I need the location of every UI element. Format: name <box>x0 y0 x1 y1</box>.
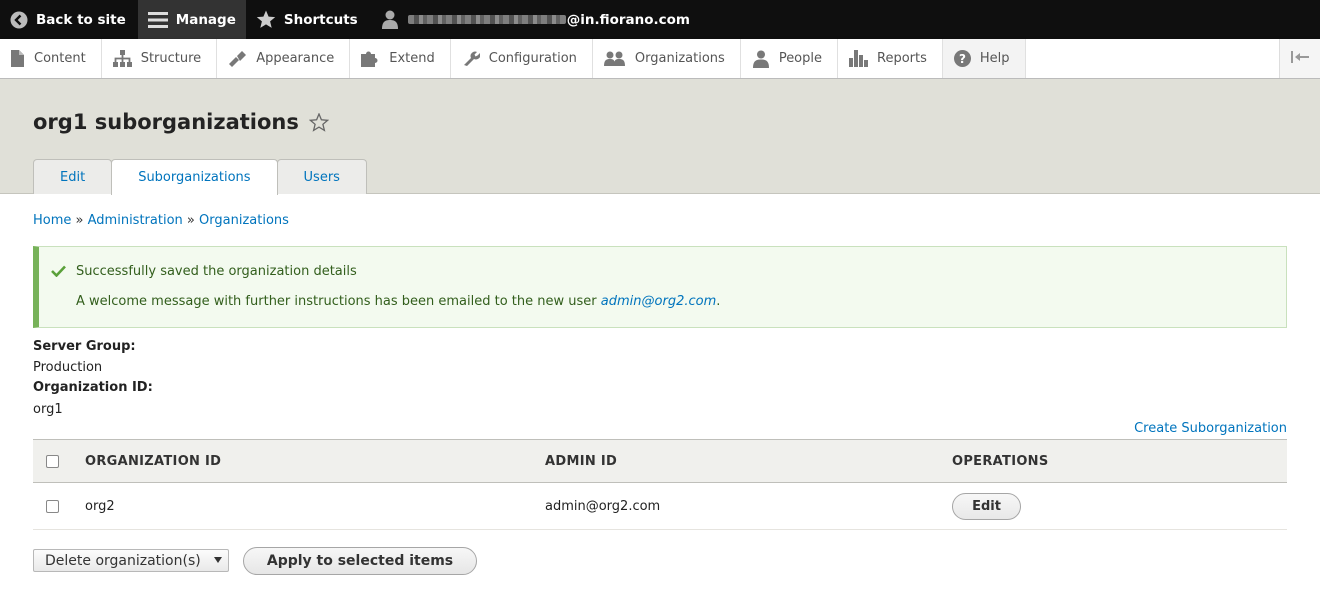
back-arrow-icon <box>10 11 28 29</box>
admin-toolbar: Back to site Manage Shortcuts @in.fioran… <box>0 0 1320 39</box>
tray-item-label: Content <box>34 51 86 66</box>
shortcut-star-icon[interactable] <box>308 112 329 132</box>
bulk-action-selected-value: Delete organization(s) <box>45 552 201 569</box>
collapse-left-icon <box>1291 50 1309 67</box>
sitemap-icon <box>112 50 132 67</box>
breadcrumb: Home » Administration » Organizations <box>33 213 289 228</box>
row-select-cell <box>33 482 85 530</box>
user-icon <box>381 10 398 29</box>
tray-item-label: People <box>778 51 823 66</box>
tray-item-label: Appearance <box>256 51 335 66</box>
admin-tray: Content Structure Appearance Extend Conf… <box>0 39 1320 79</box>
status-message: Successfully saved the organization deta… <box>33 246 1287 328</box>
column-header-operations: OPERATIONS <box>952 439 1287 483</box>
apply-to-selected-button[interactable]: Apply to selected items <box>243 547 477 575</box>
page-header: org1 suborganizations Edit Suborganizati… <box>0 79 1320 195</box>
column-header-organization-id[interactable]: ORGANIZATION ID <box>85 439 545 483</box>
create-suborganization-link[interactable]: Create Suborganization <box>1134 421 1287 436</box>
row-operations: Edit <box>952 482 1287 530</box>
hamburger-menu-icon <box>147 11 168 29</box>
tab-edit[interactable]: Edit <box>33 159 113 194</box>
puzzle-icon <box>361 50 380 67</box>
tray-item-configuration[interactable]: Configuration <box>451 39 593 78</box>
select-all-checkbox[interactable] <box>46 454 59 468</box>
tray-item-label: Extend <box>389 51 435 66</box>
breadcrumb-separator: » <box>186 213 195 228</box>
status-message-text: Successfully saved the organization deta… <box>76 264 357 279</box>
primary-tabs: Edit Suborganizations Users <box>33 159 367 195</box>
table-row: org2 admin@org2.com Edit <box>33 482 1287 530</box>
tray-item-people[interactable]: People <box>741 39 839 78</box>
people-icon <box>603 51 626 66</box>
back-to-site-label: Back to site <box>36 11 126 28</box>
tray-item-reports[interactable]: Reports <box>838 39 943 78</box>
breadcrumb-administration[interactable]: Administration <box>88 213 183 228</box>
table-header-row: ORGANIZATION ID ADMIN ID OPERATIONS <box>33 439 1287 483</box>
breadcrumb-organizations[interactable]: Organizations <box>199 213 289 228</box>
user-account-tab[interactable]: @in.fiorano.com <box>368 0 700 39</box>
status-message-prefix: A welcome message with further instructi… <box>76 294 601 309</box>
bar-chart-icon <box>849 50 869 67</box>
shortcuts-label: Shortcuts <box>283 11 358 28</box>
status-message-suffix: . <box>716 294 721 309</box>
redacted-username <box>407 15 566 24</box>
help-icon: ? <box>953 50 971 67</box>
svg-text:?: ? <box>959 52 966 66</box>
wrench-icon <box>462 50 480 68</box>
breadcrumb-home[interactable]: Home <box>33 213 71 228</box>
row-admin-id: admin@org2.com <box>545 482 952 530</box>
checkmark-icon <box>51 265 66 281</box>
page-title-text: org1 suborganizations <box>33 110 299 134</box>
breadcrumb-separator: » <box>75 213 84 228</box>
tray-item-label: Configuration <box>488 51 577 66</box>
row-checkbox[interactable] <box>46 499 59 513</box>
shortcuts-tab[interactable]: Shortcuts <box>246 0 368 39</box>
column-header-admin-id[interactable]: ADMIN ID <box>545 439 952 483</box>
back-to-site-link[interactable]: Back to site <box>0 0 136 39</box>
chevron-down-icon <box>214 557 222 563</box>
server-group-label: Server Group: <box>33 339 136 354</box>
tray-item-label: Reports <box>877 51 927 66</box>
tray-item-label: Help <box>979 51 1010 66</box>
tray-orientation-toggle[interactable] <box>1279 39 1320 78</box>
tray-item-appearance[interactable]: Appearance <box>217 39 351 78</box>
page-title: org1 suborganizations <box>33 110 329 134</box>
organization-id-value: org1 <box>33 402 63 417</box>
paintbrush-icon <box>228 50 247 67</box>
tray-item-organizations[interactable]: Organizations <box>593 39 741 78</box>
tray-item-extend[interactable]: Extend <box>350 39 451 78</box>
bulk-action-select[interactable]: Delete organization(s) <box>33 549 229 572</box>
tray-item-help[interactable]: ? Help <box>942 39 1026 78</box>
organization-id-label: Organization ID: <box>33 380 153 395</box>
status-message-detail: A welcome message with further instructi… <box>76 294 720 309</box>
manage-label: Manage <box>175 11 236 28</box>
star-icon <box>256 10 276 29</box>
select-all-cell <box>33 439 85 483</box>
file-icon <box>11 50 25 67</box>
manage-tab[interactable]: Manage <box>137 0 246 39</box>
user-domain: @in.fiorano.com <box>566 11 690 28</box>
edit-button[interactable]: Edit <box>952 492 1021 520</box>
server-group-value: Production <box>33 360 103 375</box>
tray-item-label: Structure <box>140 51 202 66</box>
tab-users[interactable]: Users <box>276 159 367 194</box>
row-organization-id: org2 <box>85 482 545 530</box>
suborganizations-table: ORGANIZATION ID ADMIN ID OPERATIONS org2… <box>33 439 1287 530</box>
tab-suborganizations[interactable]: Suborganizations <box>111 159 278 195</box>
person-icon <box>752 50 770 68</box>
tray-item-content[interactable]: Content <box>0 39 102 78</box>
tray-item-label: Organizations <box>634 51 725 66</box>
tray-item-structure[interactable]: Structure <box>102 39 218 78</box>
new-user-email-link[interactable]: admin@org2.com <box>601 294 716 309</box>
